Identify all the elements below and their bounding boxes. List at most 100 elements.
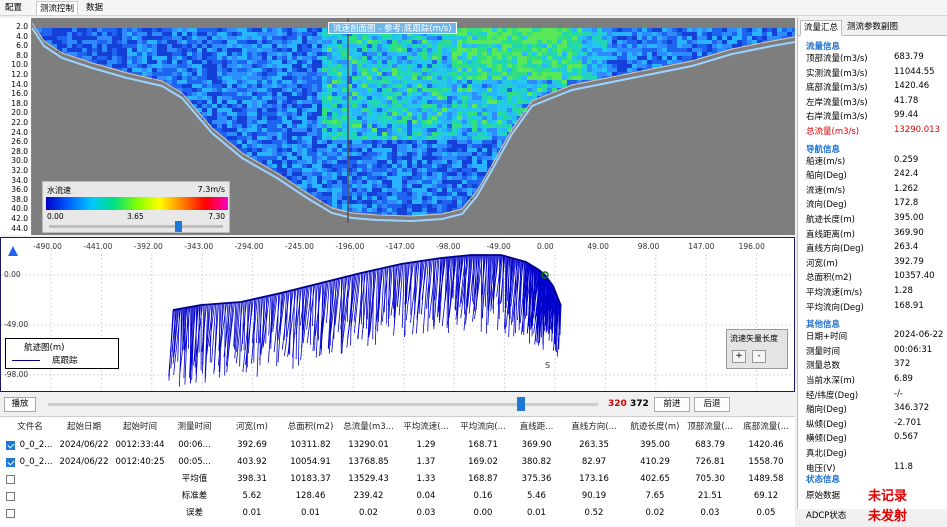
- info-value: 683.79: [894, 52, 924, 62]
- table-row[interactable]: 平均值398.3110183.3713529.431.33168.87375.3…: [0, 471, 795, 487]
- info-label: 流向(Deg): [806, 198, 847, 210]
- column-header[interactable]: 总流量(m3...: [339, 419, 398, 435]
- play-button[interactable]: 播放: [4, 397, 36, 412]
- track-canvas: [1, 238, 794, 391]
- info-value: 1.262: [894, 184, 918, 194]
- info-value: 395.00: [894, 213, 924, 223]
- table-cell: 128.46: [282, 488, 339, 504]
- table-cell: 403.92: [222, 454, 282, 470]
- column-header[interactable]: 底部流量(...: [737, 419, 795, 435]
- table-cell: 21.51: [683, 488, 737, 504]
- table-cell: [113, 471, 167, 487]
- main-area: 2.04.06.08.010.012.014.016.018.020.022.0…: [0, 18, 795, 509]
- info-value: 242.4: [894, 169, 918, 179]
- forward-button[interactable]: 前进: [654, 397, 690, 412]
- track-y-tick: -98.00: [4, 370, 28, 379]
- row-checkbox[interactable]: [6, 475, 15, 484]
- column-header[interactable]: 平均流速(...: [398, 419, 454, 435]
- depth-tick: 6.0: [16, 42, 28, 50]
- info-label: 平均流向(Deg): [806, 301, 864, 313]
- table-row[interactable]: 0_0_2...2024/06/220012:33:4400:06...392.…: [0, 437, 795, 453]
- depth-tick: 24.0: [11, 129, 28, 137]
- table-row[interactable]: 误差0.010.010.020.030.000.010.520.020.030.…: [0, 505, 795, 521]
- column-header[interactable]: 总面积(m2): [282, 419, 339, 435]
- color-scale-bar: [46, 197, 228, 210]
- tab-flow-params[interactable]: 测流参数副图: [844, 20, 901, 36]
- column-header[interactable]: 测量时间: [167, 419, 222, 435]
- table-cell: 398.31: [222, 471, 282, 487]
- color-scale-slider[interactable]: [49, 225, 223, 228]
- info-label: 船向(Deg): [806, 169, 847, 181]
- info-value: 263.4: [894, 242, 918, 252]
- back-button[interactable]: 后退: [694, 397, 730, 412]
- info-label: 真北(Deg): [806, 447, 847, 459]
- table-cell: 0.01: [282, 505, 339, 521]
- table-cell: 5.46: [512, 488, 561, 504]
- vector-decrease-button[interactable]: -: [752, 350, 766, 363]
- info-label: 直线距离(m): [806, 228, 855, 240]
- table-cell: 0.03: [398, 505, 454, 521]
- table-cell: 375.36: [512, 471, 561, 487]
- table-cell: 380.82: [512, 454, 561, 470]
- track-x-tick: -343.00: [184, 242, 213, 251]
- table-cell: 00:05...: [167, 454, 222, 470]
- tab-flow-summary[interactable]: 流量汇总: [800, 20, 842, 36]
- menu-flow-control[interactable]: 测流控制: [36, 1, 78, 15]
- track-x-tick: -98.00: [436, 242, 460, 251]
- section-title-status: 状态信息: [806, 473, 840, 485]
- column-header[interactable]: 直线方向(...: [561, 419, 627, 435]
- column-header[interactable]: 起始时间: [113, 419, 167, 435]
- color-scale-slider-thumb[interactable]: [175, 221, 182, 232]
- info-label: 日期+时间: [806, 330, 847, 342]
- table-cell: 0.00: [454, 505, 512, 521]
- depth-tick: 44.0: [11, 225, 28, 233]
- depth-axis: 2.04.06.08.010.012.014.016.018.020.022.0…: [0, 18, 32, 235]
- column-header[interactable]: 直线距...: [512, 419, 561, 435]
- table-cell: [16, 505, 56, 521]
- info-value: 392.79: [894, 257, 924, 267]
- info-value: 168.91: [894, 301, 924, 311]
- menu-bar: 配置 测流控制 数据: [0, 0, 947, 16]
- depth-tick: 42.0: [11, 215, 28, 223]
- raw-data-label: 原始数据: [806, 489, 840, 501]
- row-checkbox[interactable]: [6, 509, 15, 518]
- table-cell: 1.33: [398, 471, 454, 487]
- track-x-tick: -147.00: [386, 242, 415, 251]
- table-cell: 10054.91: [282, 454, 339, 470]
- column-header[interactable]: 平均流向(...: [454, 419, 512, 435]
- row-checkbox[interactable]: [6, 458, 15, 467]
- playback-slider[interactable]: [48, 403, 598, 406]
- legend-tick-mid: 3.65: [127, 212, 144, 221]
- table-header: 文件名起始日期起始时间测量时间河宽(m)总面积(m2)总流量(m3...平均流速…: [0, 419, 795, 435]
- info-value: 11044.55: [894, 67, 935, 77]
- table-cell: 0.52: [561, 505, 627, 521]
- column-header[interactable]: 文件名: [4, 419, 56, 435]
- info-value: 2024-06-22 12:40: [894, 330, 947, 340]
- info-label: 直线方向(Deg): [806, 242, 864, 254]
- table-cell: 726.81: [683, 454, 737, 470]
- table-cell: 10311.82: [282, 437, 339, 453]
- column-header[interactable]: 起始日期: [55, 419, 113, 435]
- table-cell: 0.01: [512, 505, 561, 521]
- info-label: 左岸流量(m3/s): [806, 96, 868, 108]
- table-cell: 683.79: [683, 437, 737, 453]
- table-cell: 402.65: [627, 471, 683, 487]
- column-header[interactable]: 河宽(m): [222, 419, 282, 435]
- vector-increase-button[interactable]: +: [732, 350, 746, 363]
- table-cell: 0_0_2...: [16, 437, 56, 453]
- depth-tick: 40.0: [11, 205, 28, 213]
- row-checkbox[interactable]: [6, 492, 15, 501]
- column-header[interactable]: 航迹长度(m): [627, 419, 683, 435]
- menu-data[interactable]: 数据: [83, 1, 106, 15]
- table-cell: 标准差: [167, 488, 222, 504]
- row-checkbox[interactable]: [6, 441, 15, 450]
- info-label: 当前水深(m): [806, 374, 855, 386]
- playback-slider-thumb[interactable]: [517, 397, 525, 411]
- column-header[interactable]: 顶部流量(...: [683, 419, 737, 435]
- menu-config[interactable]: 配置: [2, 1, 25, 15]
- table-cell: 0.05: [737, 505, 795, 521]
- table-row[interactable]: 标准差5.62128.46239.420.040.165.4690.197.65…: [0, 488, 795, 504]
- table-row[interactable]: 0_0_2...2024/06/220012:40:2500:05...403.…: [0, 454, 795, 470]
- legend-max-label: 7.3m/s: [198, 185, 225, 194]
- depth-tick: 36.0: [11, 186, 28, 194]
